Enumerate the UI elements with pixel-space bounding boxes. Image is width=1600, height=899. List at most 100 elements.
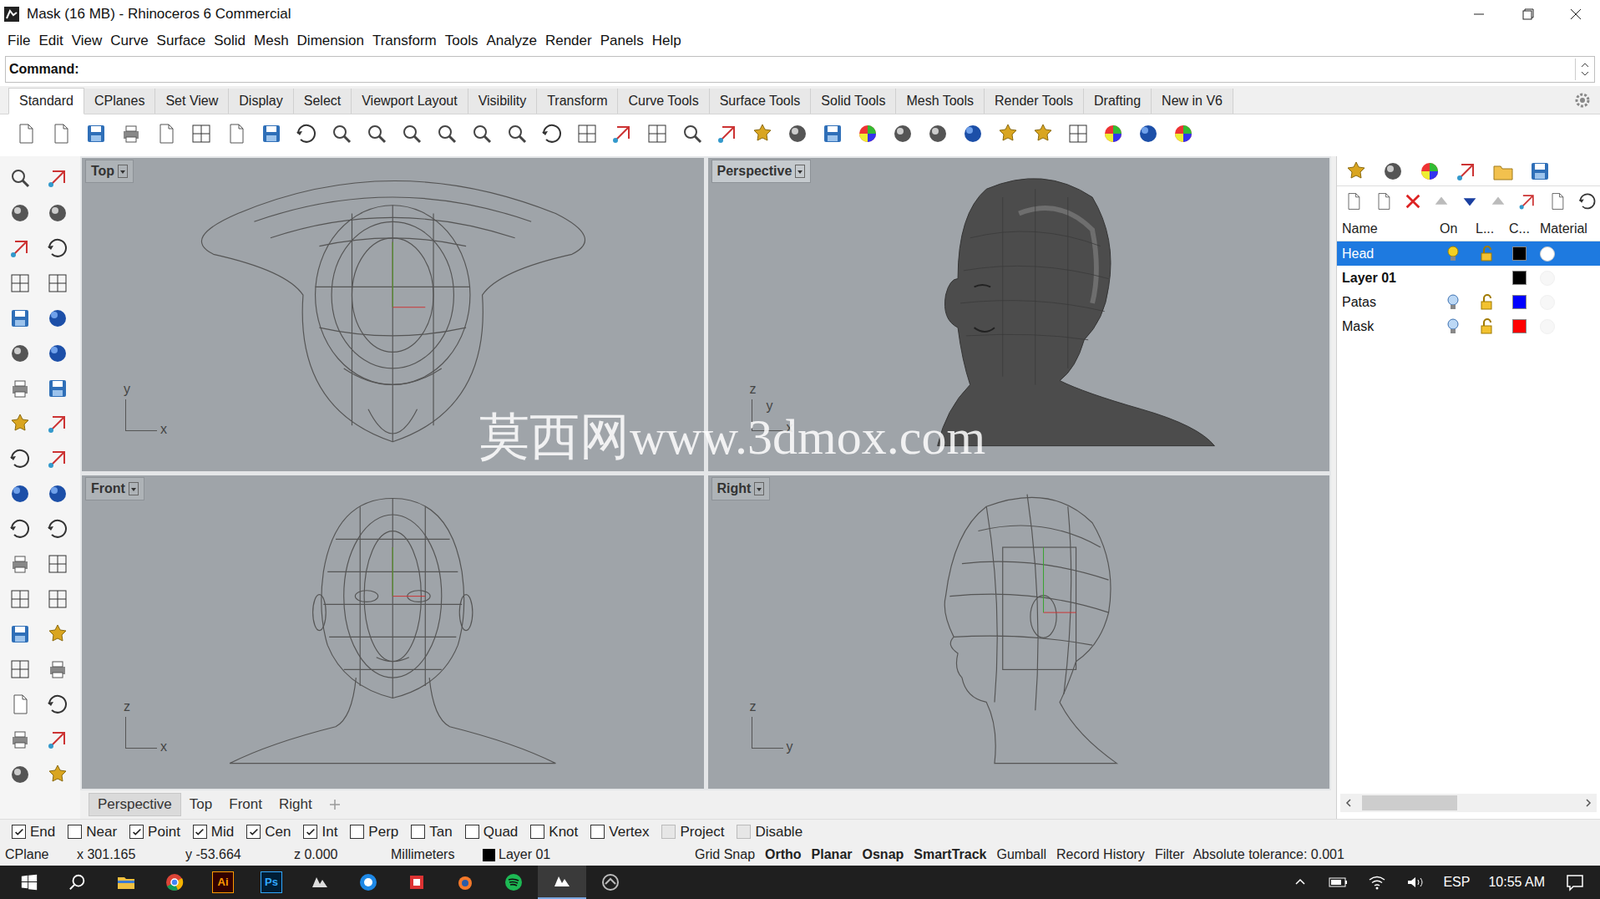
add-tab-icon[interactable] — [327, 796, 343, 812]
toolbar-button-icon[interactable] — [292, 119, 321, 148]
layer-tool-icon[interactable] — [1373, 189, 1394, 213]
osnap-checkbox[interactable] — [590, 824, 605, 839]
osnap-checkbox[interactable] — [11, 824, 26, 839]
tool-button-icon[interactable] — [5, 306, 36, 330]
toolbar-tab[interactable]: Mesh Tools — [896, 88, 985, 114]
menu-item[interactable]: View — [67, 30, 107, 52]
viewport-label[interactable]: Top — [85, 159, 134, 183]
toolbar-button-icon[interactable] — [818, 119, 847, 148]
command-input[interactable] — [81, 56, 1575, 82]
menu-item[interactable]: Render — [541, 30, 597, 52]
panel-tab-icon[interactable] — [1417, 159, 1443, 183]
lightbulb-icon[interactable] — [1446, 244, 1460, 264]
osnap-checkbox[interactable] — [736, 824, 751, 839]
menu-item[interactable]: Tools — [440, 30, 483, 52]
tool-button-icon[interactable] — [42, 551, 73, 576]
tool-button-icon[interactable] — [5, 271, 36, 295]
osnap-option[interactable]: Cen — [246, 820, 291, 843]
toolbar-button-icon[interactable] — [467, 119, 497, 148]
osnap-option[interactable]: Knot — [530, 820, 578, 843]
toolbar-tab[interactable]: Set View — [155, 88, 229, 114]
tool-button-icon[interactable] — [42, 306, 73, 330]
toolbar-button-icon[interactable] — [993, 119, 1023, 148]
scroll-right-icon[interactable] — [1579, 796, 1597, 809]
wifi-icon[interactable] — [1357, 874, 1397, 890]
toolbar-tab[interactable]: Visibility — [468, 88, 538, 114]
column-header[interactable]: L... — [1475, 221, 1494, 236]
volume-icon[interactable] — [1396, 874, 1435, 890]
viewport[interactable]: Perspectivezyx — [708, 157, 1331, 471]
tool-button-icon[interactable] — [42, 622, 73, 646]
osnap-option[interactable]: Near — [67, 820, 117, 843]
toolbar-button-icon[interactable] — [502, 119, 532, 148]
layer-tool-icon[interactable] — [1403, 192, 1423, 211]
horizontal-scrollbar[interactable] — [1340, 793, 1597, 812]
lightbulb-icon[interactable] — [1446, 317, 1460, 336]
status-toggle[interactable]: Record History — [1051, 844, 1150, 865]
layer-color-swatch[interactable] — [1512, 246, 1527, 261]
notifications-icon[interactable] — [1554, 872, 1595, 892]
osnap-checkbox[interactable] — [303, 824, 318, 839]
menu-item[interactable]: Analyze — [481, 30, 541, 52]
tool-button-icon[interactable] — [5, 622, 36, 646]
lightbulb-icon[interactable] — [1446, 293, 1460, 312]
tool-button-icon[interactable] — [5, 376, 36, 400]
tool-button-icon[interactable] — [5, 341, 36, 365]
toolbar-button-icon[interactable] — [1169, 119, 1198, 148]
toolbar-button-icon[interactable] — [397, 119, 426, 148]
tool-button-icon[interactable] — [42, 727, 73, 751]
panel-tab-icon[interactable] — [1453, 159, 1479, 183]
panel-tab-icon[interactable] — [1527, 159, 1553, 183]
taskbar-app[interactable]: Ps — [247, 870, 296, 893]
status-toggle[interactable]: Ortho — [759, 844, 807, 865]
tool-button-icon[interactable] — [5, 551, 36, 576]
toolbar-button-icon[interactable] — [1098, 119, 1128, 148]
osnap-checkbox[interactable] — [349, 824, 365, 839]
panel-tab-icon[interactable] — [1490, 159, 1516, 183]
viewport-label[interactable]: Front — [85, 476, 145, 501]
osnap-option[interactable]: End — [11, 820, 56, 843]
osnap-checkbox[interactable] — [465, 824, 480, 839]
osnap-checkbox[interactable] — [192, 824, 208, 839]
osnap-checkbox[interactable] — [661, 824, 676, 839]
tool-button-icon[interactable] — [5, 481, 36, 506]
menu-item[interactable]: Mesh — [249, 30, 294, 52]
column-header[interactable]: Material — [1539, 221, 1588, 236]
viewport[interactable]: Rightzy — [708, 475, 1331, 789]
status-toggle[interactable]: Filter — [1149, 844, 1190, 865]
title-bar[interactable]: Mask (16 MB) - Rhinoceros 6 Commercial — [0, 0, 1600, 29]
layer-tool-icon[interactable] — [1343, 189, 1364, 213]
tool-button-icon[interactable] — [5, 516, 36, 541]
layer-color-swatch[interactable] — [1512, 318, 1527, 334]
toolbar-button-icon[interactable] — [1134, 119, 1163, 148]
toolbar-tab[interactable]: Surface Tools — [709, 88, 812, 114]
toolbar-tab[interactable]: Drafting — [1083, 88, 1152, 114]
current-layer[interactable]: Layer 01 — [482, 844, 690, 865]
tool-button-icon[interactable] — [5, 587, 36, 611]
toolbar-tab[interactable]: Select — [293, 88, 352, 114]
osnap-checkbox[interactable] — [67, 824, 82, 839]
tool-button-icon[interactable] — [42, 271, 73, 295]
tool-button-icon[interactable] — [5, 236, 36, 260]
spotify-icon[interactable] — [489, 871, 538, 892]
toolbar-button-icon[interactable] — [187, 119, 216, 148]
taskbar-app[interactable]: Ai — [198, 870, 248, 893]
menu-item[interactable]: Solid — [209, 30, 250, 52]
toolbar-tab[interactable]: Display — [228, 88, 294, 114]
status-toggle[interactable]: Grid Snap — [689, 844, 760, 865]
tool-button-icon[interactable] — [42, 341, 73, 365]
toolbar-button-icon[interactable] — [748, 119, 777, 148]
layer-tool-icon[interactable] — [1488, 192, 1508, 211]
status-toggle[interactable]: Planar — [806, 844, 858, 865]
menu-item[interactable]: Help — [648, 30, 686, 52]
toolbar-button-icon[interactable] — [81, 119, 111, 148]
dropdown-icon[interactable] — [754, 481, 765, 496]
viewport-tab[interactable]: Front — [220, 792, 271, 816]
toolbar-button-icon[interactable] — [46, 119, 76, 148]
toolbar-button-icon[interactable] — [958, 119, 988, 148]
scroll-left-icon[interactable] — [1340, 796, 1357, 809]
tool-button-icon[interactable] — [42, 587, 73, 611]
scroll-thumb[interactable] — [1362, 794, 1458, 811]
tool-button-icon[interactable] — [42, 446, 73, 471]
tool-button-icon[interactable] — [5, 411, 36, 436]
